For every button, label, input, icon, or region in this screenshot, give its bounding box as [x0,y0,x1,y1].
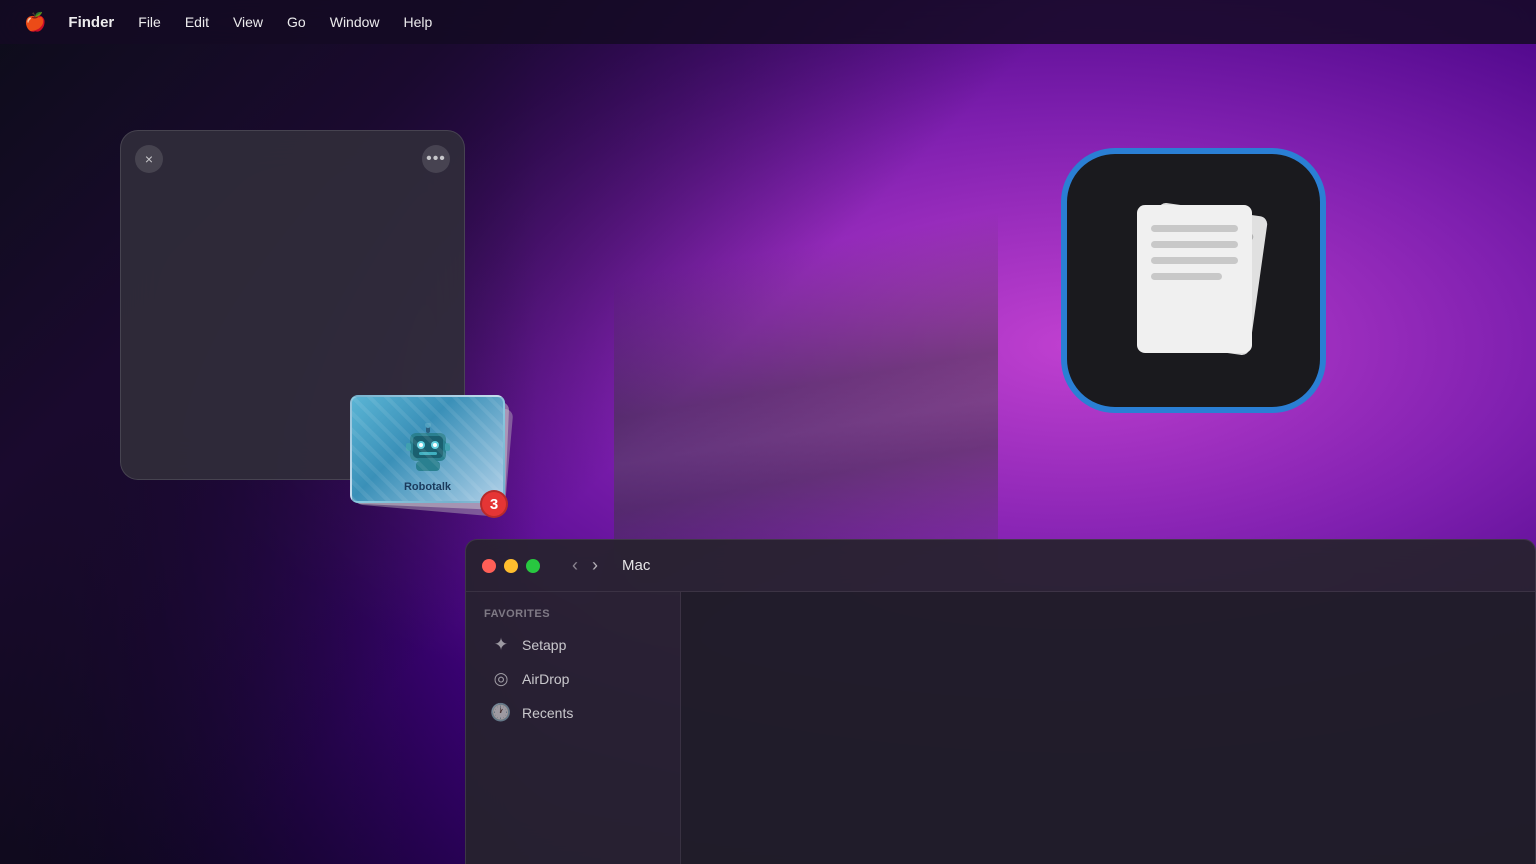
window-menu[interactable]: Window [320,10,390,34]
edit-menu[interactable]: Edit [175,10,219,34]
share-panel-header: × ••• [135,145,450,173]
close-button[interactable] [482,559,496,573]
sidebar-item-airdrop[interactable]: ◎ AirDrop [472,662,674,696]
setapp-icon: ✦ [490,635,512,655]
drag-card: Robotalk 3 [345,395,510,510]
drag-card-main: Robotalk [350,395,505,503]
close-icon: × [145,151,153,167]
menubar: 🍎 Finder File Edit View Go Window Help [0,0,1536,44]
doc-front [1137,205,1252,353]
drag-card-label: Robotalk [352,481,503,493]
airdrop-icon: ◎ [490,669,512,689]
sidebar-item-recents[interactable]: 🕐 Recents [472,696,674,730]
share-panel-more-button[interactable]: ••• [422,145,450,173]
back-button[interactable]: ‹ [568,551,582,580]
doc-line-3 [1151,257,1238,264]
forward-button[interactable]: › [588,551,602,580]
ellipsis-icon: ••• [426,150,446,168]
finder-main-content [681,592,1535,864]
recents-icon: 🕐 [490,703,512,723]
traffic-lights [482,559,540,573]
finder-window: ‹ › Mac Favorites ✦ Setapp ◎ AirDrop 🕐 R… [465,539,1536,864]
drag-file-stack[interactable]: Robotalk 3 [345,395,510,510]
finder-title: Mac [622,557,650,574]
finder-sidebar: Favorites ✦ Setapp ◎ AirDrop 🕐 Recents [466,592,681,864]
airdrop-label: AirDrop [522,671,569,687]
file-count-badge: 3 [480,490,508,518]
help-menu[interactable]: Help [394,10,443,34]
finder-titlebar: ‹ › Mac [466,540,1535,592]
finder-body: Favorites ✦ Setapp ◎ AirDrop 🕐 Recents [466,592,1535,864]
app-icon-documents[interactable] [1061,148,1326,413]
apple-menu[interactable]: 🍎 [16,8,54,37]
favorites-section-label: Favorites [466,608,680,628]
recents-label: Recents [522,705,573,721]
setapp-label: Setapp [522,637,566,653]
app-icon-background [1061,148,1326,413]
doc-line-1 [1151,225,1238,232]
finder-navigation: ‹ › [568,551,602,580]
finder-menu[interactable]: Finder [58,10,124,35]
minimize-button[interactable] [504,559,518,573]
fullscreen-button[interactable] [526,559,540,573]
share-panel-close-button[interactable]: × [135,145,163,173]
sidebar-item-setapp[interactable]: ✦ Setapp [472,628,674,662]
go-menu[interactable]: Go [277,10,316,34]
file-menu[interactable]: File [128,10,171,34]
view-menu[interactable]: View [223,10,273,34]
doc-line-2 [1151,241,1238,248]
document-stack [1129,201,1259,361]
doc-line-4 [1151,273,1222,280]
